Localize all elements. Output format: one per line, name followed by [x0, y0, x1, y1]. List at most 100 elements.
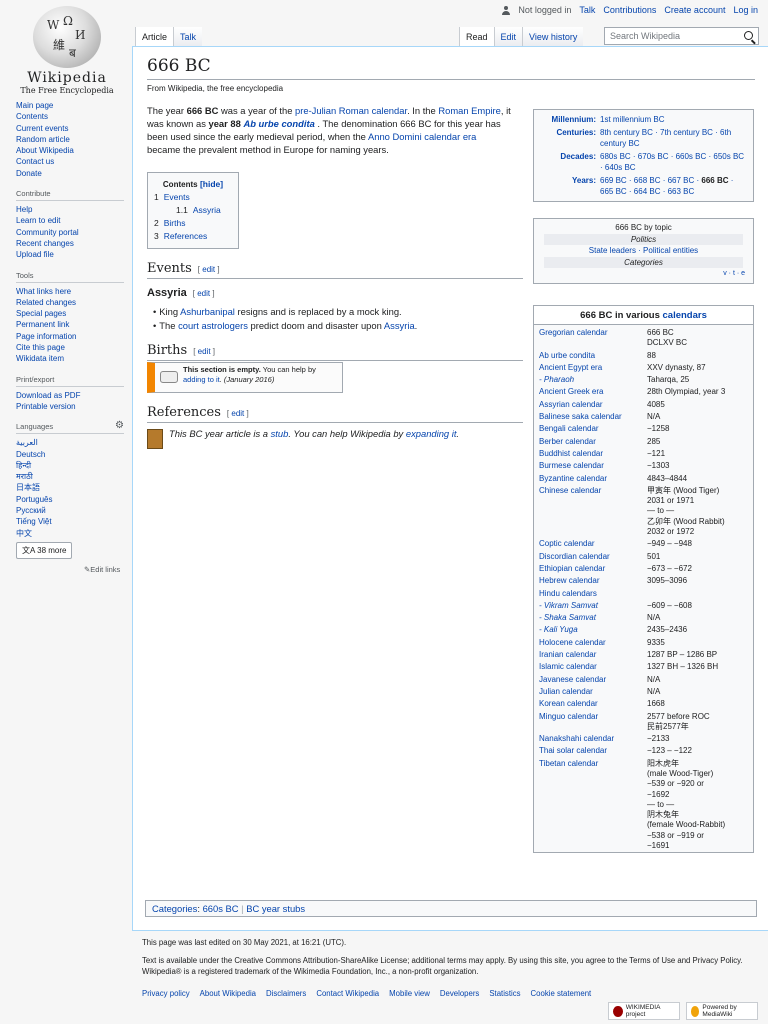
calendar-name[interactable]: Burmese calendar — [537, 460, 645, 472]
talk-link[interactable]: Talk — [579, 5, 595, 15]
calendar-name[interactable]: Javanese calendar — [537, 674, 645, 686]
sidebar-item-download-as-pdf[interactable]: Download as PDF — [16, 390, 132, 401]
sidebar-item-about-wikipedia[interactable]: About Wikipedia — [16, 145, 132, 156]
calendar-name[interactable]: Discordian calendar — [537, 551, 645, 563]
sidebar-item-help[interactable]: Help — [16, 204, 132, 215]
sidebar-item-current-events[interactable]: Current events — [16, 123, 132, 134]
toc-item[interactable]: 1.1 Assyria — [154, 204, 232, 217]
more-languages-button[interactable]: 文A 38 more — [16, 541, 73, 559]
sidebar-item-main-page[interactable]: Main page — [16, 100, 132, 111]
link-roman-empire[interactable]: Roman Empire — [438, 105, 501, 116]
calendar-name[interactable]: - Pharaoh — [537, 374, 645, 386]
sidebar-item-donate[interactable]: Donate — [16, 168, 132, 179]
millennium-link[interactable]: 1st millennium BC — [600, 115, 664, 124]
language-link[interactable]: Deutsch — [16, 449, 132, 460]
tab-read[interactable]: Read — [459, 27, 494, 47]
sidebar-item-random-article[interactable]: Random article — [16, 134, 132, 145]
vte-links[interactable]: v · t · e — [723, 270, 745, 277]
gear-icon[interactable]: ⚙ — [115, 420, 124, 431]
toc-item[interactable]: 2 Births — [154, 217, 232, 230]
language-link[interactable]: 日本語 — [16, 482, 132, 493]
search-icon[interactable] — [744, 31, 753, 40]
edit-section-births[interactable]: edit — [198, 347, 211, 356]
calendar-name[interactable]: - Shaka Samvat — [537, 612, 645, 624]
calendar-name[interactable]: Berber calendar — [537, 436, 645, 448]
calendar-name[interactable]: Bengali calendar — [537, 423, 645, 435]
language-link[interactable]: Tiếng Việt — [16, 516, 132, 527]
link-court-astrologers[interactable]: court astrologers — [178, 320, 248, 331]
edit-section-references[interactable]: edit — [231, 409, 244, 418]
sidebar-item-contents[interactable]: Contents — [16, 111, 132, 122]
language-link[interactable]: मराठी — [16, 471, 132, 482]
footer-link-contact-wikipedia[interactable]: Contact Wikipedia — [316, 989, 379, 999]
calendar-name[interactable]: Iranian calendar — [537, 649, 645, 661]
calendar-name[interactable]: Ab urbe condita — [537, 350, 645, 362]
sidebar-item-contact-us[interactable]: Contact us — [16, 156, 132, 167]
language-link[interactable]: العربية — [16, 437, 132, 448]
sidebar-item-page-information[interactable]: Page information — [16, 331, 132, 342]
language-link[interactable]: 中文 — [16, 528, 132, 539]
calendar-name[interactable]: Byzantine calendar — [537, 473, 645, 485]
language-link[interactable]: Português — [16, 494, 132, 505]
sidebar-item-upload-file[interactable]: Upload file — [16, 249, 132, 260]
calendar-name[interactable]: Chinese calendar — [537, 485, 645, 538]
sidebar-item-learn-to-edit[interactable]: Learn to edit — [16, 215, 132, 226]
category-660s-bc[interactable]: 660s BC — [203, 903, 239, 914]
footer-link-cookie-statement[interactable]: Cookie statement — [531, 989, 592, 999]
sidebar-item-wikidata-item[interactable]: Wikidata item — [16, 353, 132, 364]
link-adding-to-it[interactable]: adding to it — [183, 375, 220, 384]
footer-link-developers[interactable]: Developers — [440, 989, 479, 999]
link-assyria[interactable]: Assyria — [384, 320, 415, 331]
calendar-name[interactable]: Ethiopian calendar — [537, 563, 645, 575]
category-bc-year-stubs[interactable]: BC year stubs — [246, 903, 305, 914]
calendar-name[interactable]: Holocene calendar — [537, 637, 645, 649]
sidebar-item-related-changes[interactable]: Related changes — [16, 297, 132, 308]
footer-link-about-wikipedia[interactable]: About Wikipedia — [200, 989, 256, 999]
wikipedia-logo[interactable]: WΩИ維ब Wikipedia The Free Encyclopedia — [8, 6, 126, 95]
years-links[interactable]: 669 BC · 668 BC · 667 BC · — [600, 176, 699, 185]
topic-politics-links[interactable]: State leaders · Political entities — [589, 246, 698, 255]
sidebar-item-cite-this-page[interactable]: Cite this page — [16, 342, 132, 353]
wikimedia-badge[interactable]: WIKIMEDIA project — [608, 1002, 680, 1020]
calendar-name[interactable]: Hindu calendars — [537, 588, 645, 600]
calendar-name[interactable]: Julian calendar — [537, 686, 645, 698]
calendar-name[interactable]: Ancient Greek era — [537, 386, 645, 398]
toc-item[interactable]: 3 References — [154, 230, 232, 243]
create-account-link[interactable]: Create account — [664, 5, 725, 15]
contributions-link[interactable]: Contributions — [603, 5, 656, 15]
calendar-name[interactable]: Buddhist calendar — [537, 448, 645, 460]
calendar-name[interactable]: - Vikram Samvat — [537, 600, 645, 612]
toc-link[interactable]: References — [164, 231, 207, 241]
link-calendars[interactable]: calendars — [663, 310, 707, 321]
calendar-name[interactable]: Balinese saka calendar — [537, 411, 645, 423]
calendar-name[interactable]: - Kali Yuga — [537, 624, 645, 636]
sidebar-item-printable-version[interactable]: Printable version — [16, 401, 132, 412]
calendar-name[interactable]: Hebrew calendar — [537, 575, 645, 587]
calendar-name[interactable]: Korean calendar — [537, 698, 645, 710]
edit-section-events[interactable]: edit — [202, 265, 215, 274]
sidebar-item-special-pages[interactable]: Special pages — [16, 308, 132, 319]
sidebar-item-community-portal[interactable]: Community portal — [16, 227, 132, 238]
sidebar-item-recent-changes[interactable]: Recent changes — [16, 238, 132, 249]
toc-link[interactable]: Events — [164, 192, 190, 202]
log-in-link[interactable]: Log in — [733, 5, 758, 15]
calendar-name[interactable]: Ancient Egypt era — [537, 362, 645, 374]
decades-links[interactable]: 680s BC · 670s BC · 660s BC · 650s BC · … — [600, 152, 744, 172]
calendar-name[interactable]: Coptic calendar — [537, 538, 645, 550]
footer-link-statistics[interactable]: Statistics — [489, 989, 520, 999]
edit-section-assyria[interactable]: edit — [197, 289, 210, 298]
edit-links[interactable]: ✎Edit links — [84, 565, 132, 574]
toc-hide-link[interactable]: [hide] — [200, 179, 223, 189]
toc-link[interactable]: Births — [164, 218, 186, 228]
tab-talk[interactable]: Talk — [173, 27, 203, 47]
link-ab-urbe-condita[interactable]: Ab urbe condita — [243, 118, 314, 129]
link-pre-julian-calendar[interactable]: pre-Julian Roman calendar — [295, 105, 407, 116]
toc-link[interactable]: Assyria — [193, 205, 221, 215]
calendar-name[interactable]: Tibetan calendar — [537, 758, 645, 853]
sidebar-item-what-links-here[interactable]: What links here — [16, 286, 132, 297]
tab-edit[interactable]: Edit — [493, 27, 523, 47]
tab-article[interactable]: Article — [135, 27, 174, 47]
language-link[interactable]: हिन्दी — [16, 460, 132, 471]
calendar-name[interactable]: Assyrian calendar — [537, 399, 645, 411]
mediawiki-badge[interactable]: Powered by MediaWiki — [686, 1002, 758, 1020]
